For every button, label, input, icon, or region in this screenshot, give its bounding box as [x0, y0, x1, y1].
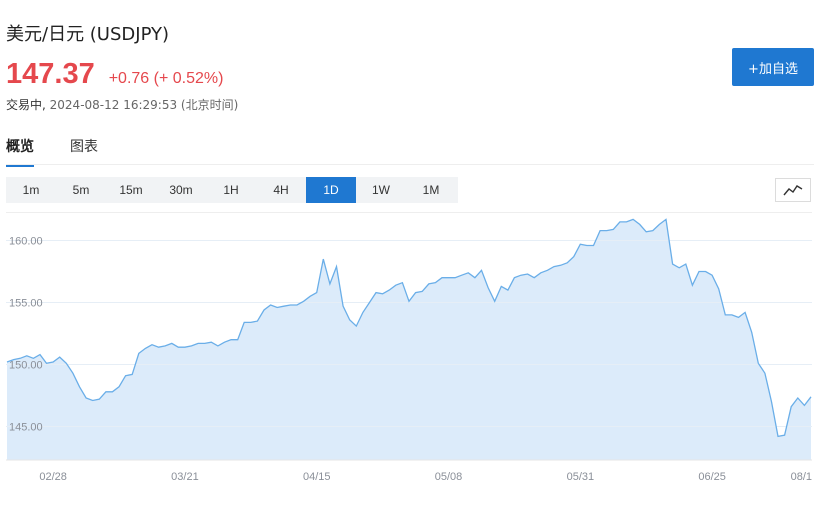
- x-tick-label: 05/31: [567, 471, 595, 483]
- x-tick-label: 02/28: [39, 471, 67, 483]
- current-price: 147.37: [6, 58, 95, 90]
- tab-chart[interactable]: 图表: [70, 132, 98, 167]
- period-30m[interactable]: 30m: [156, 177, 206, 203]
- price-chart-svg: 160.00 155.00 150.00 145.00 02/28 03/21 04/15 0…: [6, 212, 812, 483]
- period-1h[interactable]: 1H: [206, 177, 256, 203]
- timestamp: 2024-08-12 16:29:53 (北京时间): [49, 98, 239, 112]
- line-chart-icon: [783, 185, 803, 196]
- tab-divider: [6, 164, 814, 165]
- page-title: 美元/日元 (USDJPY): [6, 24, 170, 45]
- y-tick-label: 145.00: [9, 422, 43, 434]
- x-tick-label: 08/1: [791, 471, 812, 483]
- status-label: 交易中,: [6, 98, 46, 112]
- x-tick-label: 04/15: [303, 471, 331, 483]
- x-tick-label: 06/25: [698, 471, 726, 483]
- x-tick-label: 05/08: [435, 471, 463, 483]
- period-15m[interactable]: 15m: [106, 177, 156, 203]
- y-tick-label: 160.00: [9, 236, 43, 248]
- price-area: [7, 219, 811, 460]
- chart-type-button[interactable]: [775, 178, 811, 202]
- y-tick-label: 150.00: [9, 360, 43, 372]
- y-tick-label: 155.00: [9, 298, 43, 310]
- price-change: +0.76 (+ 0.52%): [108, 70, 224, 87]
- period-4h[interactable]: 4H: [256, 177, 306, 203]
- period-1d[interactable]: 1D: [306, 177, 356, 203]
- add-watchlist-button[interactable]: +加自选: [732, 48, 814, 86]
- period-1mo[interactable]: 1M: [406, 177, 456, 203]
- period-selector: 1m 5m 15m 30m 1H 4H 1D 1W 1M: [6, 177, 458, 203]
- tab-bar: 概览 图表: [6, 132, 134, 167]
- price-chart: 160.00 155.00 150.00 145.00 02/28 03/21 04/15 0…: [6, 212, 812, 492]
- trading-status: 交易中, 2024-08-12 16:29:53 (北京时间): [6, 96, 238, 113]
- tab-overview[interactable]: 概览: [6, 132, 34, 167]
- price-row: 147.37 +0.76 (+ 0.52%): [6, 58, 223, 91]
- period-1w[interactable]: 1W: [356, 177, 406, 203]
- x-tick-label: 03/21: [171, 471, 199, 483]
- period-5m[interactable]: 5m: [56, 177, 106, 203]
- period-1m[interactable]: 1m: [6, 177, 56, 203]
